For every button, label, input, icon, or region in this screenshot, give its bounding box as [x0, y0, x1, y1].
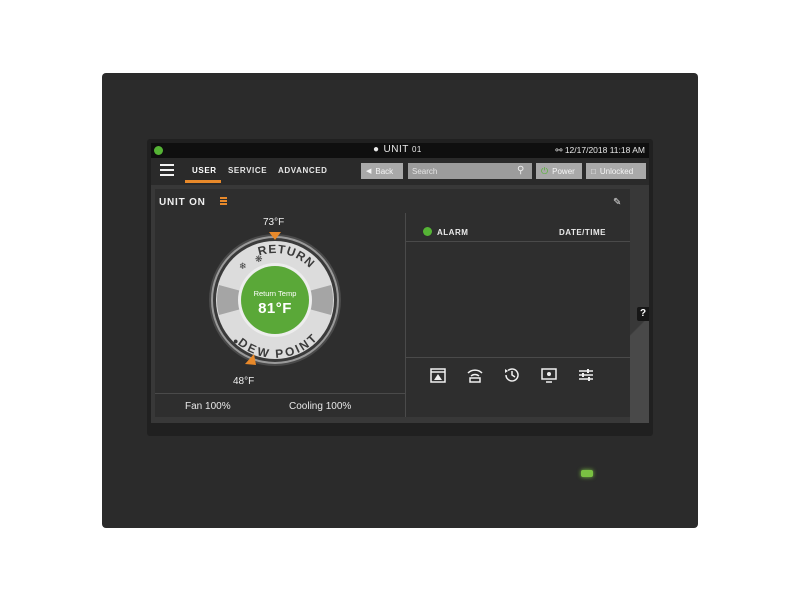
- fan-status: Fan 100%: [185, 401, 231, 412]
- status-bar: ● UNIT 01 ⚯ 12/17/2018 11:18 AM: [151, 143, 649, 158]
- tab-advanced[interactable]: ADVANCED: [278, 166, 328, 175]
- search-input[interactable]: [408, 163, 532, 179]
- datetime-text: 12/17/2018 11:18 AM: [564, 145, 645, 155]
- history-icon[interactable]: [502, 365, 522, 385]
- status-datetime: ⚯ 12/17/2018 11:18 AM: [555, 145, 645, 156]
- tab-service[interactable]: SERVICE: [228, 166, 267, 175]
- usb-icon: ⚯: [555, 145, 563, 155]
- sliders-icon[interactable]: [576, 365, 596, 385]
- calendar-alarm-icon[interactable]: [428, 365, 448, 385]
- tab-user[interactable]: USER: [192, 166, 217, 175]
- power-led: [581, 470, 593, 477]
- fan-icon: ❋: [255, 254, 263, 264]
- power-icon: ⏻: [541, 165, 549, 176]
- alarm-header: ALARM DATE/TIME: [406, 213, 630, 242]
- unit-title: ● UNIT 01: [373, 144, 422, 155]
- unit-number: 01: [411, 145, 422, 154]
- back-label: Back: [375, 166, 394, 176]
- lower-setpoint: 48°F: [233, 376, 255, 387]
- unlock-icon: □: [591, 166, 596, 176]
- alarm-footer-divider: [406, 357, 630, 358]
- alarm-indicator: [423, 227, 432, 236]
- center-label: Return Temp: [254, 289, 297, 298]
- cooling-status: Cooling 100%: [289, 401, 352, 412]
- main-content: UNIT ON ✎ 73°F RETURN DEW POINT ❄ ❋ ● Re…: [155, 189, 630, 417]
- menu-icon[interactable]: [160, 164, 174, 176]
- power-label: Power: [552, 166, 575, 176]
- help-button[interactable]: ?: [637, 307, 649, 321]
- edge-tab-shadow: [630, 263, 649, 423]
- unit-status-icon[interactable]: [220, 197, 227, 206]
- unit-name: UNIT: [383, 144, 409, 155]
- power-button[interactable]: ⏻ Power: [536, 163, 582, 179]
- datetime-column-header: DATE/TIME: [559, 228, 607, 237]
- touch-screen: ● UNIT 01 ⚯ 12/17/2018 11:18 AM USER SERV…: [151, 143, 649, 423]
- status-indicator: [154, 146, 163, 155]
- droplet-icon: ●: [233, 336, 238, 346]
- left-divider: [155, 393, 405, 394]
- monitor-icon[interactable]: [539, 365, 559, 385]
- back-arrow-icon: ◀: [366, 168, 372, 175]
- temperature-gauge[interactable]: RETURN DEW POINT ❄ ❋ ● Return Temp 81°F: [205, 213, 345, 388]
- location-pin-icon: ●: [373, 144, 380, 155]
- return-temp-value: 81°F: [258, 300, 292, 317]
- edit-icon[interactable]: ✎: [613, 197, 621, 208]
- nav-bar: USER SERVICE ADVANCED ◀ Back ⚲ ⏻ Power □…: [151, 158, 649, 185]
- lock-label: Unlocked: [599, 166, 634, 176]
- alarm-column-header: ALARM: [437, 228, 469, 237]
- snowflake-icon: ❄: [239, 261, 247, 271]
- active-tab-indicator: [185, 180, 221, 183]
- search-icon[interactable]: ⚲: [517, 165, 524, 176]
- vertical-divider: [405, 213, 406, 417]
- wireless-icon[interactable]: [465, 365, 485, 385]
- back-button[interactable]: ◀ Back: [361, 163, 403, 179]
- lock-button[interactable]: □ Unlocked: [586, 163, 646, 179]
- unit-status-label: UNIT ON: [159, 197, 206, 208]
